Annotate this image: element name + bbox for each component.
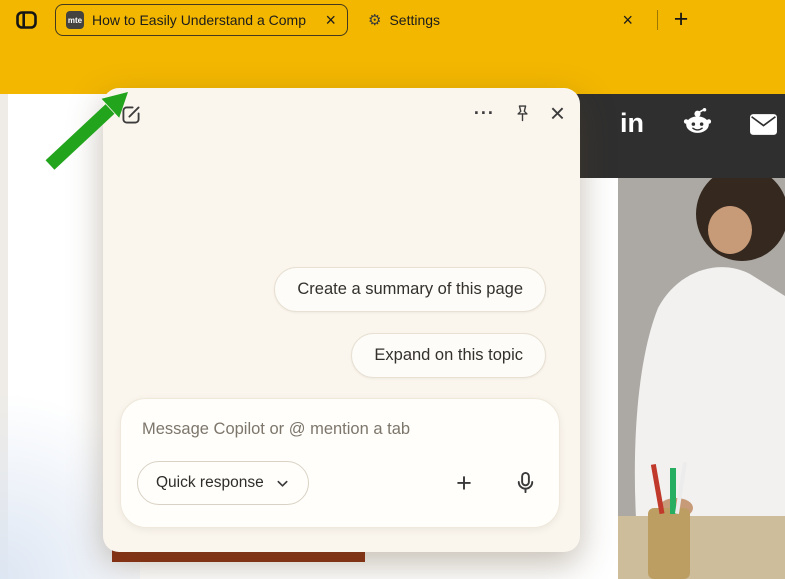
email-icon[interactable] <box>749 113 778 141</box>
response-mode-dropdown[interactable]: Quick response <box>137 461 309 505</box>
photo-person-at-desk <box>618 178 785 579</box>
tab-close-icon[interactable]: × <box>611 11 644 29</box>
tab-settings[interactable]: ⚙ Settings × <box>356 4 644 36</box>
message-input[interactable] <box>142 416 532 442</box>
reddit-icon[interactable] <box>681 105 714 143</box>
copilot-input-card: Quick response + <box>120 398 560 528</box>
pushpin-icon <box>512 103 533 124</box>
tab-title: How to Easily Understand a Comp <box>92 12 314 28</box>
tab-separator <box>657 10 658 30</box>
copilot-panel: ··· × Create a summary of this page Expa… <box>103 88 580 552</box>
tab-title: Settings <box>389 12 611 28</box>
article-hero-photo <box>618 178 785 579</box>
microphone-button[interactable] <box>512 469 539 496</box>
add-attachment-button[interactable]: + <box>449 468 479 498</box>
linkedin-icon[interactable]: in <box>620 108 644 139</box>
more-options-icon[interactable]: ··· <box>474 100 495 126</box>
microphone-icon <box>512 469 539 496</box>
panel-actions: ··· × <box>474 100 565 126</box>
response-mode-label: Quick response <box>156 474 264 492</box>
chevron-down-icon <box>275 476 290 491</box>
mte-favicon: mte <box>66 11 84 29</box>
gear-icon: ⚙ <box>368 11 381 29</box>
workspaces-icon[interactable] <box>13 8 39 32</box>
compose-icon <box>118 102 144 128</box>
pin-icon[interactable] <box>512 103 533 124</box>
reddit-snoo-icon <box>681 105 714 138</box>
suggestion-summary-chip[interactable]: Create a summary of this page <box>274 267 546 312</box>
tab-article[interactable]: mte How to Easily Understand a Comp × <box>55 4 348 36</box>
close-icon[interactable]: × <box>550 101 565 125</box>
new-chat-button[interactable] <box>118 102 144 128</box>
title-bar: mte How to Easily Understand a Comp × ⚙ … <box>0 0 785 40</box>
browser-window: mte How to Easily Understand a Comp × ⚙ … <box>0 0 785 579</box>
browser-toolbar <box>0 40 785 94</box>
window-icon <box>14 8 39 32</box>
suggestion-expand-chip[interactable]: Expand on this topic <box>351 333 546 378</box>
tab-close-icon[interactable]: × <box>314 11 347 29</box>
new-tab-button[interactable]: + <box>666 3 696 35</box>
envelope-icon <box>749 113 778 136</box>
